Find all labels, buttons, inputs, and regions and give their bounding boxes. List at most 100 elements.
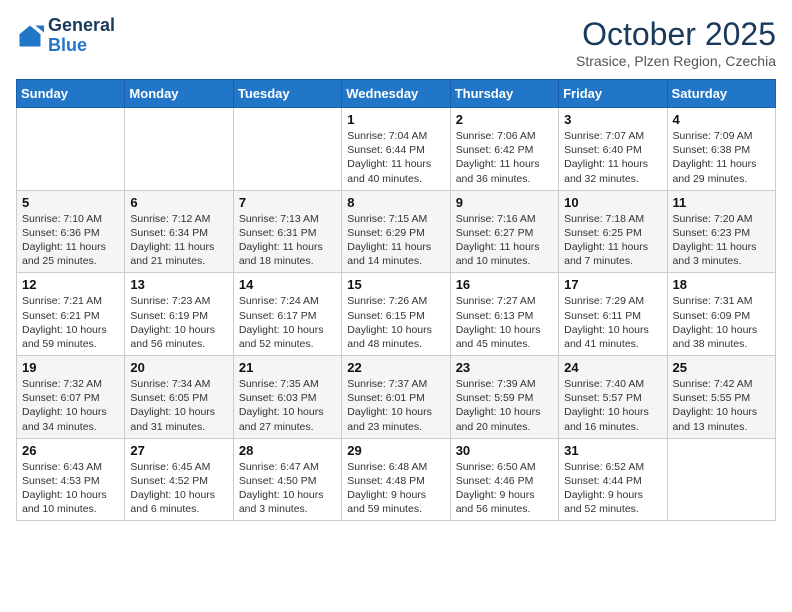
logo-icon	[16, 22, 44, 50]
cell-w5-d5: 31 Sunrise: 6:52 AMSunset: 4:44 PMDayligh…	[559, 438, 667, 521]
day-info: Sunrise: 6:47 AMSunset: 4:50 PMDaylight:…	[239, 460, 336, 517]
day-info: Sunrise: 7:34 AMSunset: 6:05 PMDaylight:…	[130, 377, 227, 434]
day-number: 31	[564, 443, 661, 458]
day-info: Sunrise: 7:07 AMSunset: 6:40 PMDaylight:…	[564, 129, 661, 186]
title-block: October 2025 Strasice, Plzen Region, Cze…	[576, 16, 776, 69]
cell-w3-d4: 16 Sunrise: 7:27 AMSunset: 6:13 PMDayligh…	[450, 273, 558, 356]
day-info: Sunrise: 7:27 AMSunset: 6:13 PMDaylight:…	[456, 294, 553, 351]
day-info: Sunrise: 7:21 AMSunset: 6:21 PMDaylight:…	[22, 294, 119, 351]
day-number: 4	[673, 112, 770, 127]
cell-w4-d4: 23Sunrise: 7:39 AMSunset: 5:59 PMDayligh…	[450, 356, 558, 439]
day-number: 29	[347, 443, 444, 458]
header-thursday: Thursday	[450, 80, 558, 108]
calendar-title: October 2025	[576, 16, 776, 53]
logo-line1: General	[48, 16, 115, 36]
header-sunday: Sunday	[17, 80, 125, 108]
day-info: Sunrise: 7:06 AMSunset: 6:42 PMDaylight:…	[456, 129, 553, 186]
page-header: General Blue October 2025 Strasice, Plze…	[16, 16, 776, 69]
day-info: Sunrise: 7:12 AMSunset: 6:34 PMDaylight:…	[130, 212, 227, 269]
day-number: 30	[456, 443, 553, 458]
week-row-5: 26 Sunrise: 6:43 AMSunset: 4:53 PMDayligh…	[17, 438, 776, 521]
logo: General Blue	[16, 16, 115, 56]
cell-w3-d0: 12 Sunrise: 7:21 AMSunset: 6:21 PMDayligh…	[17, 273, 125, 356]
day-number: 1	[347, 112, 444, 127]
day-info: Sunrise: 7:29 AMSunset: 6:11 PMDaylight:…	[564, 294, 661, 351]
cell-w5-d3: 29 Sunrise: 6:48 AMSunset: 4:48 PMDayligh…	[342, 438, 450, 521]
calendar-table: SundayMondayTuesdayWednesdayThursdayFrid…	[16, 79, 776, 521]
cell-w2-d0: 5 Sunrise: 7:10 AMSunset: 6:36 PMDaylight…	[17, 190, 125, 273]
day-info: Sunrise: 6:48 AMSunset: 4:48 PMDaylight:…	[347, 460, 444, 517]
header-saturday: Saturday	[667, 80, 775, 108]
day-number: 8	[347, 195, 444, 210]
header-wednesday: Wednesday	[342, 80, 450, 108]
day-number: 23	[456, 360, 553, 375]
cell-w1-d1	[125, 108, 233, 191]
cell-w5-d6	[667, 438, 775, 521]
cell-w1-d3: 1 Sunrise: 7:04 AMSunset: 6:44 PMDaylight…	[342, 108, 450, 191]
week-row-4: 19 Sunrise: 7:32 AMSunset: 6:07 PMDayligh…	[17, 356, 776, 439]
day-number: 21	[239, 360, 336, 375]
day-number: 17	[564, 277, 661, 292]
day-number: 16	[456, 277, 553, 292]
day-info: Sunrise: 7:31 AMSunset: 6:09 PMDaylight:…	[673, 294, 770, 351]
logo-text: General Blue	[48, 16, 115, 56]
cell-w2-d2: 7Sunrise: 7:13 AMSunset: 6:31 PMDaylight…	[233, 190, 341, 273]
day-number: 2	[456, 112, 553, 127]
day-number: 9	[456, 195, 553, 210]
cell-w5-d4: 30 Sunrise: 6:50 AMSunset: 4:46 PMDayligh…	[450, 438, 558, 521]
calendar-subtitle: Strasice, Plzen Region, Czechia	[576, 53, 776, 69]
cell-w3-d3: 15Sunrise: 7:26 AMSunset: 6:15 PMDayligh…	[342, 273, 450, 356]
day-number: 24	[564, 360, 661, 375]
cell-w4-d5: 24 Sunrise: 7:40 AMSunset: 5:57 PMDayligh…	[559, 356, 667, 439]
day-number: 12	[22, 277, 119, 292]
cell-w4-d2: 21 Sunrise: 7:35 AMSunset: 6:03 PMDayligh…	[233, 356, 341, 439]
day-info: Sunrise: 7:04 AMSunset: 6:44 PMDaylight:…	[347, 129, 444, 186]
header-friday: Friday	[559, 80, 667, 108]
logo-line2: Blue	[48, 36, 115, 56]
day-number: 25	[673, 360, 770, 375]
day-info: Sunrise: 7:32 AMSunset: 6:07 PMDaylight:…	[22, 377, 119, 434]
day-number: 27	[130, 443, 227, 458]
cell-w3-d6: 18Sunrise: 7:31 AMSunset: 6:09 PMDayligh…	[667, 273, 775, 356]
day-info: Sunrise: 7:40 AMSunset: 5:57 PMDaylight:…	[564, 377, 661, 434]
day-number: 14	[239, 277, 336, 292]
weekday-header-row: SundayMondayTuesdayWednesdayThursdayFrid…	[17, 80, 776, 108]
header-tuesday: Tuesday	[233, 80, 341, 108]
day-info: Sunrise: 6:43 AMSunset: 4:53 PMDaylight:…	[22, 460, 119, 517]
cell-w4-d6: 25 Sunrise: 7:42 AMSunset: 5:55 PMDayligh…	[667, 356, 775, 439]
cell-w1-d2	[233, 108, 341, 191]
day-number: 10	[564, 195, 661, 210]
day-info: Sunrise: 7:20 AMSunset: 6:23 PMDaylight:…	[673, 212, 770, 269]
cell-w2-d5: 10 Sunrise: 7:18 AMSunset: 6:25 PMDayligh…	[559, 190, 667, 273]
cell-w5-d0: 26 Sunrise: 6:43 AMSunset: 4:53 PMDayligh…	[17, 438, 125, 521]
day-number: 26	[22, 443, 119, 458]
cell-w2-d3: 8Sunrise: 7:15 AMSunset: 6:29 PMDaylight…	[342, 190, 450, 273]
day-info: Sunrise: 7:35 AMSunset: 6:03 PMDaylight:…	[239, 377, 336, 434]
cell-w2-d1: 6Sunrise: 7:12 AMSunset: 6:34 PMDaylight…	[125, 190, 233, 273]
day-number: 20	[130, 360, 227, 375]
cell-w5-d1: 27 Sunrise: 6:45 AMSunset: 4:52 PMDayligh…	[125, 438, 233, 521]
day-info: Sunrise: 6:52 AMSunset: 4:44 PMDaylight:…	[564, 460, 661, 517]
day-info: Sunrise: 7:24 AMSunset: 6:17 PMDaylight:…	[239, 294, 336, 351]
day-info: Sunrise: 7:09 AMSunset: 6:38 PMDaylight:…	[673, 129, 770, 186]
day-info: Sunrise: 7:37 AMSunset: 6:01 PMDaylight:…	[347, 377, 444, 434]
day-number: 3	[564, 112, 661, 127]
cell-w3-d2: 14 Sunrise: 7:24 AMSunset: 6:17 PMDayligh…	[233, 273, 341, 356]
day-info: Sunrise: 7:10 AMSunset: 6:36 PMDaylight:…	[22, 212, 119, 269]
header-monday: Monday	[125, 80, 233, 108]
day-info: Sunrise: 6:45 AMSunset: 4:52 PMDaylight:…	[130, 460, 227, 517]
day-info: Sunrise: 6:50 AMSunset: 4:46 PMDaylight:…	[456, 460, 553, 517]
cell-w5-d2: 28Sunrise: 6:47 AMSunset: 4:50 PMDayligh…	[233, 438, 341, 521]
cell-w2-d4: 9Sunrise: 7:16 AMSunset: 6:27 PMDaylight…	[450, 190, 558, 273]
day-info: Sunrise: 7:42 AMSunset: 5:55 PMDaylight:…	[673, 377, 770, 434]
day-number: 19	[22, 360, 119, 375]
week-row-2: 5 Sunrise: 7:10 AMSunset: 6:36 PMDaylight…	[17, 190, 776, 273]
cell-w4-d1: 20 Sunrise: 7:34 AMSunset: 6:05 PMDayligh…	[125, 356, 233, 439]
cell-w1-d6: 4 Sunrise: 7:09 AMSunset: 6:38 PMDaylight…	[667, 108, 775, 191]
week-row-3: 12 Sunrise: 7:21 AMSunset: 6:21 PMDayligh…	[17, 273, 776, 356]
week-row-1: 1 Sunrise: 7:04 AMSunset: 6:44 PMDaylight…	[17, 108, 776, 191]
cell-w3-d5: 17 Sunrise: 7:29 AMSunset: 6:11 PMDayligh…	[559, 273, 667, 356]
day-info: Sunrise: 7:18 AMSunset: 6:25 PMDaylight:…	[564, 212, 661, 269]
day-number: 11	[673, 195, 770, 210]
day-number: 5	[22, 195, 119, 210]
